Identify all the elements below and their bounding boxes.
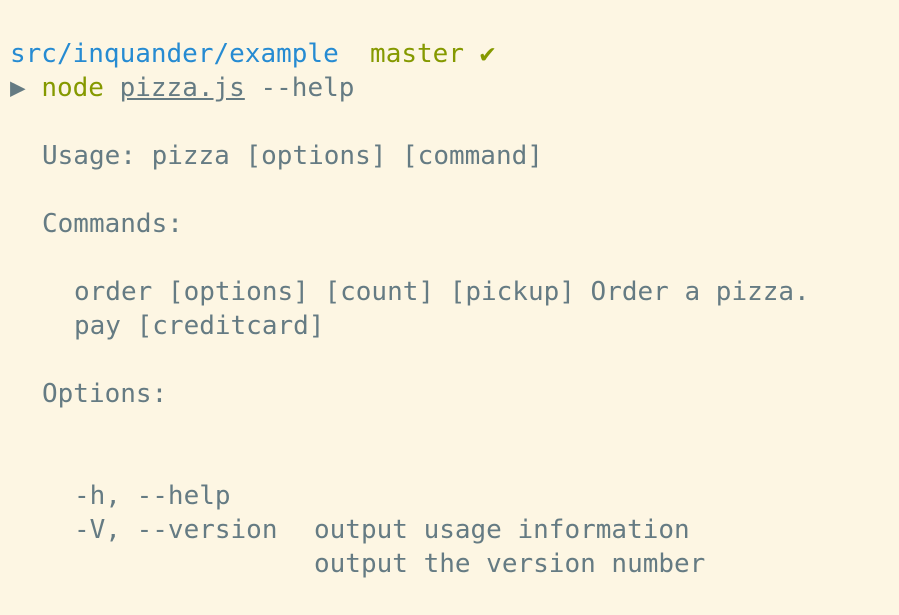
usage-line: Usage: pizza [options] [command] [42,141,543,171]
command-entry: pay [creditcard] [74,311,325,341]
command-line: ▶ node pizza.js --help [10,71,354,105]
option-flag: -V, --version [74,515,278,545]
options-heading: Options: [42,379,168,409]
option-description: output usage information [314,515,690,545]
option-row: -V, --version output the version number [0,479,899,579]
command-name: node [41,73,104,103]
commands-heading: Commands: [42,209,183,239]
option-description: output the version number [314,549,706,579]
git-branch: master [370,39,464,69]
check-icon: ✔ [479,39,496,69]
command-entry: order [options] [count] [pickup] Order a… [74,277,810,307]
cwd-path: src/inquander/example [10,39,339,69]
command-flag: --help [260,73,355,103]
option-row: -h, --help output usage information [0,445,899,545]
prompt-header: src/inquander/example master ✔ [10,37,495,71]
prompt-arrow-icon: ▶ [10,73,26,103]
file-argument[interactable]: pizza.js [120,73,245,103]
terminal-window[interactable]: src/inquander/example master ✔ ▶ node pi… [0,0,899,579]
